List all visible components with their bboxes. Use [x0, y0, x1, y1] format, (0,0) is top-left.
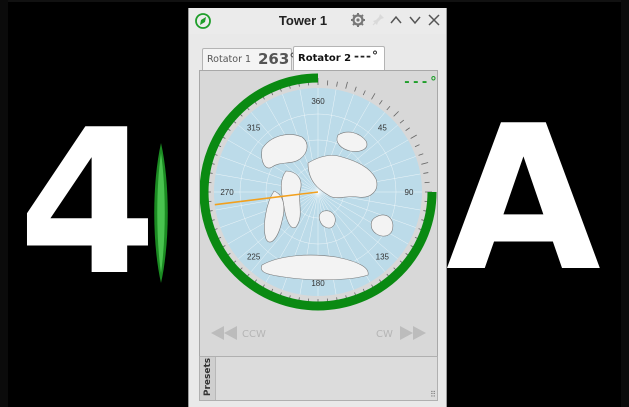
compass-tick: [354, 86, 357, 92]
compass-label-180: 180: [311, 279, 325, 288]
background-glyph-left: 4: [18, 87, 158, 320]
title-bar[interactable]: Tower 1: [189, 8, 446, 34]
compass-icon[interactable]: [194, 12, 212, 30]
pin-icon[interactable]: [370, 12, 386, 28]
chevron-down-icon[interactable]: [407, 12, 423, 28]
background-glyph-right: A: [446, 83, 601, 316]
tab-rotator-1[interactable]: Rotator 1 263°: [202, 48, 297, 70]
presets-tab[interactable]: Presets: [200, 357, 216, 400]
compass-tick: [386, 105, 391, 111]
compass-tick: [379, 100, 383, 105]
tab-rotator-1-label: Rotator 1: [207, 54, 252, 65]
background-edge-left: [0, 0, 8, 407]
compass-label-360: 360: [311, 97, 325, 106]
cw-arrow-icon[interactable]: [398, 324, 428, 342]
rotator-panel: 360 45 90 135 180 225 270 315: [199, 70, 438, 361]
compass-tick: [393, 111, 399, 117]
compass-tick: [336, 81, 338, 87]
compass-label-225: 225: [247, 252, 261, 261]
rotator-readout: ---°: [403, 75, 439, 90]
tab-rotator-1-heading: 263°: [258, 50, 297, 68]
ccw-button-label[interactable]: CCW: [242, 329, 266, 340]
compass-tick: [345, 81, 348, 89]
background-green-shape: [154, 143, 168, 283]
close-icon[interactable]: [426, 12, 442, 28]
tab-rotator-2-label: Rotator 2: [298, 53, 352, 64]
rotator-window: Tower 1 Rotator 1 263° Rotator 2 ---° 36…: [188, 8, 447, 407]
compass-tick: [414, 144, 420, 148]
gear-icon[interactable]: [350, 12, 366, 28]
tab-rotator-2-heading: ---°: [354, 49, 379, 63]
cw-button-label[interactable]: CW: [376, 329, 393, 340]
chevron-up-icon[interactable]: [388, 12, 404, 28]
compass-tick: [410, 134, 417, 139]
compass-tick: [421, 162, 429, 165]
ccw-arrow-icon[interactable]: [209, 324, 239, 342]
resize-grip-icon[interactable]: ⠿: [430, 390, 436, 399]
compass-label-135: 135: [376, 252, 390, 261]
compass-tick: [362, 90, 366, 96]
compass-label-315: 315: [247, 124, 261, 133]
presets-panel[interactable]: Presets ⠿: [199, 356, 438, 401]
compass-label-45: 45: [378, 124, 387, 133]
compass-tick: [418, 153, 424, 156]
compass-tick: [371, 93, 376, 100]
tab-rotator-2[interactable]: Rotator 2 ---°: [293, 46, 385, 71]
compass-label-90: 90: [405, 188, 414, 197]
presets-label: Presets: [203, 357, 213, 397]
compass-tick: [399, 119, 405, 124]
compass-label-270: 270: [220, 188, 234, 197]
window-title: Tower 1: [278, 13, 328, 28]
azimuth-map[interactable]: 360 45 90 135 180 225 270 315: [200, 71, 437, 360]
background-edge-right: [621, 0, 629, 407]
compass-tick: [405, 127, 410, 131]
compass-tick: [423, 172, 429, 174]
background-strip: [0, 0, 629, 2]
